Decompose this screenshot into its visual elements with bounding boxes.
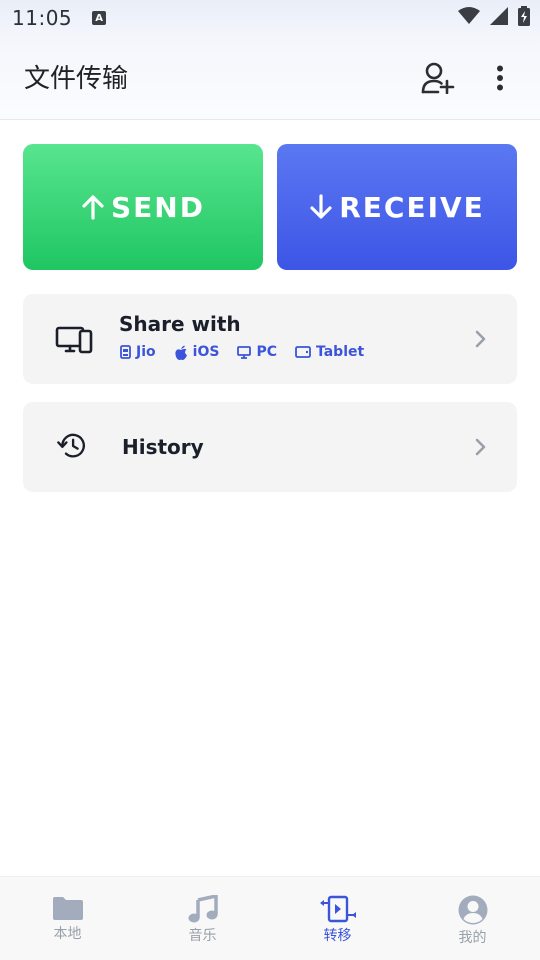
notification-a-icon: A xyxy=(92,11,107,25)
history-icon xyxy=(57,433,85,458)
nav-label: 本地 xyxy=(53,926,82,942)
target-pc: PC xyxy=(237,344,277,360)
monitor-icon xyxy=(237,345,252,359)
target-jio: Jio xyxy=(120,344,156,360)
share-with-title: Share with xyxy=(119,312,241,336)
target-label: iOS xyxy=(192,344,220,360)
status-time: 11:05 xyxy=(12,6,73,30)
more-options-button[interactable] xyxy=(482,58,518,98)
chevron-right-icon xyxy=(475,438,486,456)
target-tablet: Tablet xyxy=(295,344,364,360)
apple-icon xyxy=(175,345,187,360)
more-vertical-icon xyxy=(497,65,503,91)
target-label: Tablet xyxy=(315,344,365,360)
target-ios: iOS xyxy=(174,344,220,360)
transfer-icon xyxy=(319,895,356,923)
send-button[interactable]: SEND xyxy=(23,144,263,270)
page-title: 文件传输 xyxy=(24,64,129,94)
battery-icon xyxy=(518,6,530,26)
nav-label: 我的 xyxy=(458,930,487,946)
devices-icon xyxy=(55,326,93,354)
bottom-nav: 本地 音乐 转移 我的 xyxy=(0,876,540,960)
nav-item-transfer[interactable]: 转移 xyxy=(270,877,405,960)
history-title: History xyxy=(122,435,204,459)
status-bar: 11:05 A xyxy=(0,0,540,36)
receive-label: RECEIVE xyxy=(339,190,485,224)
profile-icon xyxy=(458,895,487,925)
nav-item-local[interactable]: 本地 xyxy=(0,877,135,960)
share-with-card[interactable]: Share with Jio iOS PC Tablet xyxy=(23,294,517,384)
phone-icon xyxy=(120,345,131,359)
nav-item-music[interactable]: 音乐 xyxy=(135,877,270,960)
nav-label: 转移 xyxy=(323,928,352,944)
target-label: PC xyxy=(256,344,277,360)
share-targets: Jio iOS PC Tablet xyxy=(120,344,364,360)
nav-label: 音乐 xyxy=(188,928,217,944)
add-user-icon xyxy=(421,62,455,94)
arrow-down-icon xyxy=(310,194,332,219)
target-label: Jio xyxy=(136,344,156,360)
history-card[interactable]: History xyxy=(23,402,517,492)
receive-button[interactable]: RECEIVE xyxy=(277,144,517,270)
folder-icon xyxy=(52,897,83,920)
add-contact-button[interactable] xyxy=(418,58,458,98)
wifi-icon xyxy=(458,7,480,24)
chevron-right-icon xyxy=(475,330,486,348)
music-icon xyxy=(188,895,218,923)
status-icons xyxy=(458,6,530,26)
send-label: SEND xyxy=(111,190,205,224)
signal-icon xyxy=(490,7,508,25)
arrow-up-icon xyxy=(82,195,104,220)
app-bar: 文件传输 xyxy=(0,36,540,120)
nav-item-profile[interactable]: 我的 xyxy=(405,877,540,960)
tablet-icon xyxy=(295,346,311,358)
